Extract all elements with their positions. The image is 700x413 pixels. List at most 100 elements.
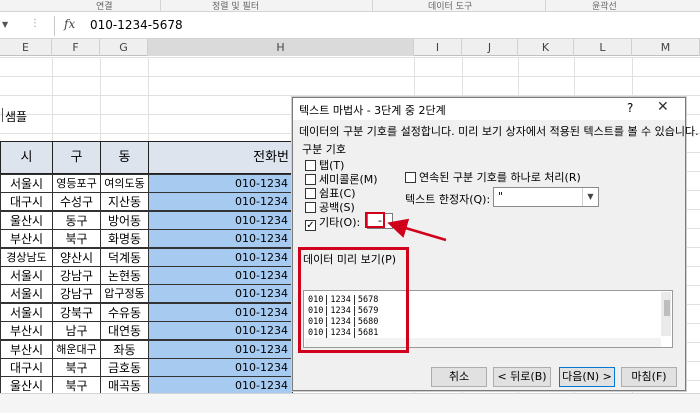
table-cell[interactable]: 서울시	[0, 302, 53, 322]
help-icon[interactable]: ?	[627, 101, 633, 115]
table-cell[interactable]: 여의도동	[100, 174, 149, 193]
column-header-i[interactable]: I	[414, 39, 462, 56]
table-header-city[interactable]: 시	[0, 141, 53, 174]
table-cell[interactable]: 서울시	[0, 284, 53, 304]
consecutive-delimiter-label: 연속된 구분 기호를 하나로 처리(R)	[419, 171, 581, 184]
table-cell[interactable]: 해운대구	[52, 339, 101, 359]
ribbon-separator	[545, 0, 546, 11]
table-cell[interactable]: 대연동	[100, 321, 149, 341]
checkbox-box	[305, 174, 316, 185]
ribbon-group-labels: 연결 정렬 및 필터 데이터 도구 윤곽선	[0, 0, 700, 12]
text-qualifier-select[interactable]: " ▼	[493, 187, 599, 207]
chevron-down-icon: ▼	[582, 188, 598, 206]
table-cell[interactable]: 북구	[52, 229, 101, 249]
dialog-description: 데이터의 구분 기호를 설정합니다. 미리 보기 상자에서 적용된 텍스트를 볼…	[299, 125, 699, 138]
phone-cell[interactable]: 010-1234	[148, 302, 293, 322]
column-header-l[interactable]: L	[574, 39, 632, 56]
close-icon[interactable]: ✕	[657, 99, 669, 115]
table-cell[interactable]: 부산시	[0, 321, 53, 341]
table-header-phone[interactable]: 전화번	[148, 141, 293, 174]
checkbox-box	[305, 160, 316, 171]
annotation-highlight-preview	[298, 247, 409, 353]
dialog-title: 텍스트 마법사 - 3단계 중 2단계	[299, 104, 446, 117]
table-cell[interactable]: 덕계동	[100, 247, 149, 267]
ribbon-separator	[372, 0, 373, 11]
table-cell[interactable]: 강북구	[52, 302, 101, 322]
space-checkbox[interactable]: 공백(S)	[305, 199, 355, 215]
column-header-h[interactable]: H	[148, 39, 414, 56]
table-cell[interactable]: 대구시	[0, 358, 53, 377]
formula-input[interactable]: 010-1234-5678	[90, 18, 183, 32]
phone-cell[interactable]: 010-1234	[148, 192, 293, 212]
cancel-button[interactable]: 취소	[431, 367, 487, 387]
phone-cell[interactable]: 010-1234	[148, 247, 293, 267]
table-cell[interactable]: 서울시	[0, 266, 53, 285]
table-cell[interactable]: 경상남도	[0, 247, 53, 267]
table-cell[interactable]: 금호동	[100, 358, 149, 377]
table-cell[interactable]: 대구시	[0, 192, 53, 212]
delimiter-group-title: 구분 기호	[302, 143, 346, 156]
ribbon-separator	[160, 0, 161, 11]
table-header-dong[interactable]: 동	[100, 141, 149, 174]
column-header-f[interactable]: F	[52, 39, 100, 56]
consecutive-delimiter-checkbox[interactable]: 연속된 구분 기호를 하나로 처리(R)	[405, 169, 581, 185]
phone-cell[interactable]: 010-1234	[148, 321, 293, 341]
finish-button[interactable]: 마침(F)	[621, 367, 677, 387]
namebox-dropdown-icon[interactable]: ▼	[2, 20, 8, 29]
table-cell[interactable]: 강남구	[52, 284, 101, 304]
annotation-highlight-other	[365, 212, 385, 228]
phone-cell[interactable]: 010-1234	[148, 210, 293, 230]
table-cell[interactable]: 동구	[52, 210, 101, 230]
grid-line	[0, 76, 700, 77]
ribbon-group-data-tools: 데이터 도구	[428, 2, 473, 12]
checkmark-icon: ✓	[305, 220, 316, 231]
sample-label: 샘플	[5, 110, 28, 124]
table-cell[interactable]: 부산시	[0, 339, 53, 359]
column-header-k[interactable]: K	[518, 39, 574, 56]
column-header-g[interactable]: G	[100, 39, 148, 56]
text-qualifier-value: "	[498, 190, 504, 203]
space-checkbox-label: 공백(S)	[319, 201, 355, 214]
table-cell[interactable]: 지산동	[100, 192, 149, 212]
formula-bar-dots-icon: ⋮	[30, 18, 40, 29]
preview-scroll-thumb[interactable]	[664, 300, 670, 316]
table-cell[interactable]: 화명동	[100, 229, 149, 249]
cell-edge	[2, 108, 3, 122]
formula-bar-separator	[54, 16, 55, 36]
phone-cell[interactable]: 010-1234	[148, 174, 293, 193]
phone-cell[interactable]: 010-1234	[148, 266, 293, 285]
other-checkbox[interactable]: ✓ 기타(O):	[305, 214, 360, 231]
table-cell[interactable]: 수성구	[52, 192, 101, 212]
sheet-horizontal-scrollbar[interactable]	[0, 393, 700, 413]
ribbon-group-connections: 연결	[96, 2, 113, 12]
table-cell[interactable]: 영등포구	[52, 174, 101, 193]
table-cell[interactable]: 방어동	[100, 210, 149, 230]
table-cell[interactable]: 수유동	[100, 302, 149, 322]
table-cell[interactable]: 양산시	[52, 247, 101, 267]
column-header-j[interactable]: J	[462, 39, 518, 56]
checkbox-box	[405, 172, 416, 183]
table-cell[interactable]: 북구	[52, 358, 101, 377]
checkbox-box	[305, 202, 316, 213]
table-cell[interactable]: 서울시	[0, 174, 53, 193]
other-checkbox-label: 기타(O):	[319, 216, 361, 229]
table-cell[interactable]: 좌동	[100, 339, 149, 359]
back-button[interactable]: < 뒤로(B)	[493, 367, 551, 387]
table-cell[interactable]: 강남구	[52, 266, 101, 285]
table-cell[interactable]: 울산시	[0, 210, 53, 230]
text-qualifier-label: 텍스트 한정자(Q):	[405, 193, 491, 206]
column-headers: E F G H I J K L M	[0, 39, 700, 56]
table-cell[interactable]: 압구정동	[100, 284, 149, 304]
phone-cell[interactable]: 010-1234	[148, 229, 293, 249]
insert-function-icon[interactable]: fx	[64, 17, 75, 31]
phone-cell[interactable]: 010-1234	[148, 284, 293, 304]
column-header-e[interactable]: E	[0, 39, 52, 56]
phone-cell[interactable]: 010-1234	[148, 339, 293, 359]
next-button[interactable]: 다음(N) >	[559, 367, 615, 387]
table-cell[interactable]: 남구	[52, 321, 101, 341]
phone-cell[interactable]: 010-1234	[148, 358, 293, 377]
table-cell[interactable]: 논현동	[100, 266, 149, 285]
column-header-m[interactable]: M	[632, 39, 700, 56]
table-header-district[interactable]: 구	[52, 141, 101, 174]
table-cell[interactable]: 부산시	[0, 229, 53, 249]
